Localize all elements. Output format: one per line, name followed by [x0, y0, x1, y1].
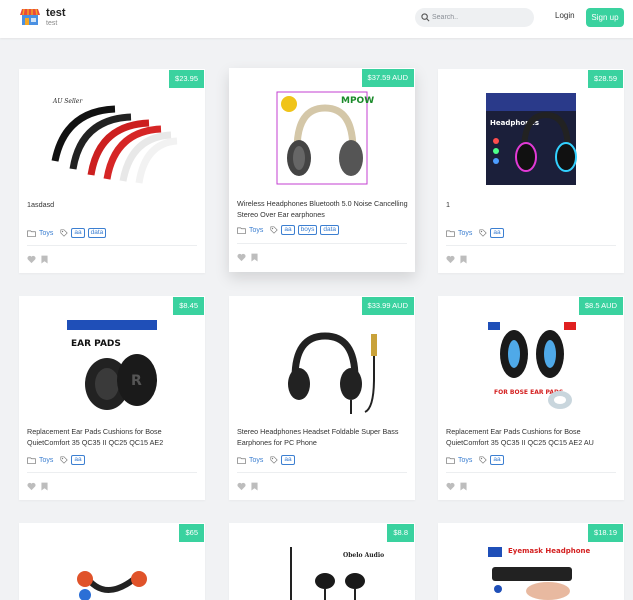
- product-card[interactable]: $65: [19, 523, 205, 600]
- product-card[interactable]: $18.19 Eyemask Headphone: [438, 523, 624, 600]
- folder-icon: [446, 457, 455, 464]
- price-badge: $28.59: [588, 70, 623, 88]
- image-caption: MPOW: [341, 96, 374, 106]
- price-badge: $8.8: [387, 524, 414, 542]
- tag-chip[interactable]: aa: [490, 455, 504, 465]
- card-divider: [27, 472, 197, 473]
- price-badge: $33.99 AUD: [361, 297, 414, 315]
- product-card[interactable]: $23.95 AU Seller 1asdasd Toys aa data: [19, 69, 205, 273]
- product-meta: Toys aa boys data: [237, 225, 340, 235]
- tag-chip[interactable]: data: [320, 225, 340, 235]
- product-title[interactable]: Replacement Ear Pads Cushions for Bose Q…: [446, 426, 618, 448]
- bookmark-icon[interactable]: [251, 253, 258, 262]
- bookmark-icon[interactable]: [41, 255, 48, 264]
- product-title[interactable]: 1asdasd: [27, 199, 199, 210]
- image-caption: Obelo Audio: [343, 552, 384, 559]
- product-meta: Toys aa: [27, 455, 85, 465]
- tag-chip[interactable]: aa: [490, 228, 504, 238]
- tag-chip[interactable]: aa: [71, 455, 85, 465]
- tag-icon: [479, 229, 488, 237]
- svg-text:R: R: [131, 373, 142, 389]
- site-subtitle: test: [46, 20, 58, 27]
- heart-icon[interactable]: [446, 482, 455, 491]
- heart-icon[interactable]: [237, 253, 246, 262]
- product-title[interactable]: Wireless Headphones Bluetooth 5.0 Noise …: [237, 198, 409, 220]
- folder-icon: [27, 230, 36, 237]
- card-divider: [446, 245, 616, 246]
- tag-chip[interactable]: aa: [281, 455, 295, 465]
- product-meta: Toys aa: [446, 455, 504, 465]
- category-link[interactable]: Toys: [39, 457, 53, 464]
- product-title[interactable]: Replacement Ear Pads Cushions for Bose Q…: [27, 426, 199, 448]
- product-card[interactable]: $37.59 AUD MPOW Wireless Headphones Blue…: [229, 68, 415, 272]
- product-image[interactable]: FOR BOSE EAR PADS: [464, 318, 598, 416]
- price-badge: $23.95: [169, 70, 204, 88]
- login-link[interactable]: Login: [555, 11, 575, 20]
- tag-chip[interactable]: boys: [297, 225, 318, 235]
- tag-chip[interactable]: aa: [281, 225, 295, 235]
- price-badge: $8.5 AUD: [578, 297, 623, 315]
- product-title[interactable]: Stereo Headphones Headset Foldable Super…: [237, 426, 409, 448]
- search-icon: [421, 13, 430, 22]
- category-link[interactable]: Toys: [458, 457, 472, 464]
- heart-icon[interactable]: [27, 255, 36, 264]
- image-caption: EAR PADS: [71, 339, 121, 349]
- product-card[interactable]: $8.8 Obelo Audio: [229, 523, 415, 600]
- product-card[interactable]: $8.45 EAR PADS R Replacement Ear Pads Cu…: [19, 296, 205, 500]
- bookmark-icon[interactable]: [251, 482, 258, 491]
- tag-icon: [479, 456, 488, 464]
- product-meta: Toys aa: [446, 228, 504, 238]
- tag-icon: [60, 229, 69, 237]
- product-image[interactable]: Headphones: [464, 91, 598, 189]
- price-badge: $18.19: [588, 524, 623, 542]
- store-logo-icon[interactable]: [20, 8, 40, 26]
- category-link[interactable]: Toys: [458, 230, 472, 237]
- product-title[interactable]: 1: [446, 199, 618, 210]
- product-image[interactable]: MPOW: [255, 90, 389, 188]
- tag-icon: [270, 456, 279, 464]
- product-card[interactable]: $28.59 Headphones 1 Toys aa: [438, 69, 624, 273]
- product-card[interactable]: $33.99 AUD Stereo Headphones Headset Fol…: [229, 296, 415, 500]
- folder-icon: [237, 457, 246, 464]
- top-header: test test Login Sign up: [0, 0, 633, 38]
- price-badge: $65: [179, 524, 204, 542]
- tag-chip[interactable]: aa: [71, 228, 85, 238]
- product-meta: Toys aa data: [27, 228, 107, 238]
- bookmark-icon[interactable]: [41, 482, 48, 491]
- heart-icon[interactable]: [237, 482, 246, 491]
- card-divider: [237, 243, 407, 244]
- product-image[interactable]: [45, 545, 179, 600]
- product-image[interactable]: [255, 318, 389, 416]
- signup-button[interactable]: Sign up: [586, 8, 624, 27]
- tag-icon: [60, 456, 69, 464]
- heart-icon[interactable]: [446, 255, 455, 264]
- folder-icon: [237, 227, 246, 234]
- folder-icon: [27, 457, 36, 464]
- site-title[interactable]: test: [46, 7, 66, 19]
- card-divider: [27, 245, 197, 246]
- price-badge: $37.59 AUD: [361, 69, 414, 87]
- bookmark-icon[interactable]: [460, 255, 467, 264]
- tag-chip[interactable]: data: [87, 228, 107, 238]
- product-image[interactable]: Eyemask Headphone: [464, 545, 598, 600]
- search-box[interactable]: [415, 8, 534, 27]
- product-image[interactable]: Obelo Audio: [255, 545, 389, 600]
- category-link[interactable]: Toys: [39, 230, 53, 237]
- product-card[interactable]: $8.5 AUD FOR BOSE EAR PADS Replacement E…: [438, 296, 624, 500]
- heart-icon[interactable]: [27, 482, 36, 491]
- image-caption: AU Seller: [52, 98, 83, 105]
- search-input[interactable]: [432, 9, 528, 26]
- category-link[interactable]: Toys: [249, 457, 263, 464]
- tag-icon: [270, 226, 279, 234]
- folder-icon: [446, 230, 455, 237]
- product-image[interactable]: EAR PADS R: [45, 318, 179, 416]
- card-divider: [446, 472, 616, 473]
- bookmark-icon[interactable]: [460, 482, 467, 491]
- price-badge: $8.45: [173, 297, 204, 315]
- product-image[interactable]: AU Seller: [45, 91, 179, 189]
- card-divider: [237, 472, 407, 473]
- image-caption: Eyemask Headphone: [508, 547, 590, 555]
- category-link[interactable]: Toys: [249, 227, 263, 234]
- product-meta: Toys aa: [237, 455, 295, 465]
